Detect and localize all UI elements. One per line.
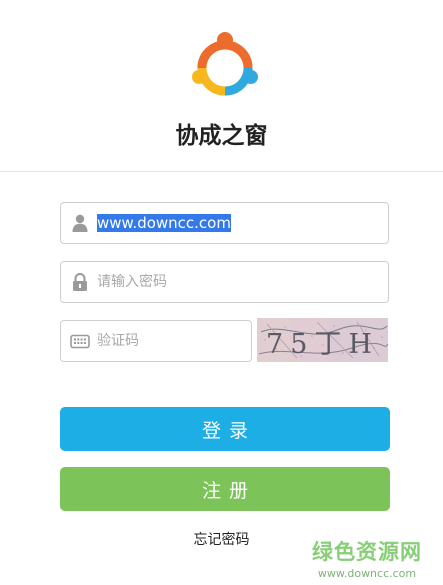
captcha-image[interactable]: 75丁H bbox=[257, 318, 388, 362]
lock-icon bbox=[73, 273, 87, 291]
user-icon bbox=[72, 214, 88, 232]
password-field[interactable] bbox=[60, 261, 389, 303]
captcha-noise bbox=[257, 318, 388, 362]
captcha-input[interactable] bbox=[97, 321, 242, 361]
app-title: 协成之窗 bbox=[175, 123, 268, 149]
keyboard-icon bbox=[70, 334, 90, 349]
app-logo bbox=[192, 32, 258, 96]
login-button[interactable]: 登录 bbox=[60, 407, 390, 451]
header-divider bbox=[0, 171, 443, 172]
watermark-text: 绿色资源网 bbox=[312, 540, 422, 564]
username-field[interactable] bbox=[60, 202, 389, 244]
username-input[interactable] bbox=[97, 203, 377, 243]
watermark: 绿色资源网 www.downcc.com bbox=[297, 536, 437, 580]
password-input[interactable] bbox=[97, 262, 377, 302]
captcha-field[interactable] bbox=[60, 320, 252, 362]
register-button[interactable]: 注册 bbox=[60, 467, 390, 511]
watermark-url: www.downcc.com bbox=[317, 567, 417, 580]
